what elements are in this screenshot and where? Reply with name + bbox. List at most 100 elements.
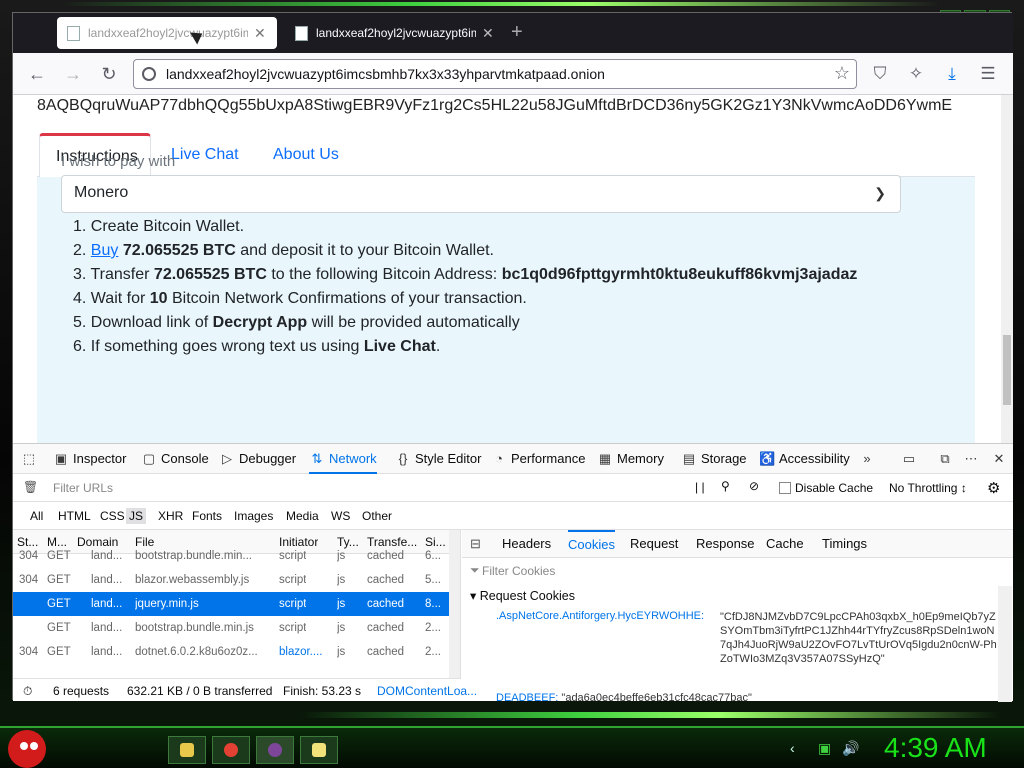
tab-debugger[interactable]: ▷ Debugger xyxy=(219,444,296,474)
payment-label: I wish to pay with xyxy=(61,153,176,170)
url-text[interactable]: landxxeaf2hoyl2jvcwuazypt6imcsbmhb7kx3x3… xyxy=(166,66,605,82)
dock-icon[interactable]: ▭ xyxy=(901,444,921,474)
tab-performance[interactable]: ◔ Performance xyxy=(491,444,585,474)
element-picker-icon[interactable]: ⬚ xyxy=(21,444,41,474)
performance-icon: ◔ xyxy=(495,451,503,466)
devtools-filter-bar: 🗑 Filter URLs | | ⚲ ⊘ Disable Cache No T… xyxy=(13,474,1013,502)
pause-icon[interactable]: | | xyxy=(695,480,705,494)
tab-inspector[interactable]: ▣ Inspector xyxy=(53,444,127,474)
table-row[interactable]: 304 GET land... blazor.webassembly.js script… xyxy=(13,568,449,592)
close-icon[interactable]: ✕ xyxy=(254,25,266,42)
request-type-filters: All HTML CSS JS XHR Fonts Images Media W… xyxy=(13,502,1013,530)
filter-urls-input[interactable]: Filter URLs xyxy=(53,481,113,495)
table-row[interactable]: 304 GET land... bootstrap.bundle.min... scri… xyxy=(13,544,449,568)
tab-memory[interactable]: ▦ Memory xyxy=(597,444,664,474)
table-row[interactable]: 304 GET land... dotnet.6.0.2.k8u6oz0z... bla… xyxy=(13,640,449,664)
trash-icon[interactable]: 🗑 xyxy=(23,480,38,494)
filter-media[interactable]: Media xyxy=(283,508,322,524)
reload-icon[interactable]: ↻ xyxy=(97,62,121,86)
file-explorer-icon[interactable] xyxy=(168,736,206,764)
filter-xhr[interactable]: XHR xyxy=(155,508,186,524)
step-5: 5. Download link of Decrypt App will be … xyxy=(73,314,520,331)
payment-method-value: Monero xyxy=(74,184,129,201)
disable-cache-checkbox[interactable] xyxy=(779,482,791,494)
browser-tab-2[interactable]: landxxeaf2hoyl2jvcwuazypt6imcsbmhb7kx3x3… xyxy=(285,17,513,49)
taskbar: ‹ ▣ 🔊 4:39 AM xyxy=(0,726,1024,768)
tab-response[interactable]: Response xyxy=(696,530,755,558)
close-icon[interactable]: ✕ xyxy=(482,25,494,42)
style-editor-icon: {} xyxy=(398,451,408,466)
cookie-name[interactable]: .AspNetCore.Antiforgery.HycEYRWOHHE: xyxy=(496,610,706,622)
start-menu-icon[interactable] xyxy=(8,730,46,768)
tab-headers[interactable]: Headers xyxy=(502,530,551,558)
extensions-icon[interactable]: ✧ xyxy=(905,62,927,86)
page-icon xyxy=(67,25,80,41)
page-scrollbar[interactable] xyxy=(1001,95,1013,443)
throttling-select[interactable]: No Throttling ↕ xyxy=(889,481,967,495)
gear-icon[interactable]: ⚙ xyxy=(987,479,1000,497)
filter-fonts[interactable]: Fonts xyxy=(189,508,225,524)
filter-cookies-input[interactable]: Filter Cookies xyxy=(482,564,555,578)
cookie-row[interactable]: DEADBEEF: "ada6a0ec4beffe6eb31cfc48cac77… xyxy=(496,692,752,704)
tray-arrow-icon[interactable]: ‹ xyxy=(790,740,795,756)
filter-images[interactable]: Images xyxy=(231,508,276,524)
bookmark-star-icon[interactable]: ☆ xyxy=(834,63,850,84)
filter-other[interactable]: Other xyxy=(359,508,395,524)
request-cookies-heading[interactable]: ▾ Request Cookies xyxy=(470,588,575,603)
close-devtools-icon[interactable]: ✕ xyxy=(991,444,1011,474)
volume-icon[interactable]: 🔊 xyxy=(842,740,859,757)
network-icon[interactable]: ▣ xyxy=(818,740,831,757)
filter-all[interactable]: All xyxy=(27,508,46,524)
download-icon[interactable]: ⤓ xyxy=(941,62,963,86)
tab-console[interactable]: ▢ Console xyxy=(141,444,209,474)
disable-cache-label: Disable Cache xyxy=(795,481,874,495)
options-icon[interactable]: ⋯ xyxy=(963,444,983,474)
filter-css[interactable]: CSS xyxy=(97,508,128,524)
navigation-bar: ← → ↻ landxxeaf2hoyl2jvcwuazypt6imcsbmhb… xyxy=(13,53,1013,95)
chrome-icon[interactable] xyxy=(212,736,250,764)
tab-timings[interactable]: Timings xyxy=(822,530,867,558)
tab-cache[interactable]: Cache xyxy=(766,530,804,558)
back-icon[interactable]: ← xyxy=(25,62,49,86)
block-icon[interactable]: ⊘ xyxy=(749,479,759,493)
request-table-scrollbar[interactable] xyxy=(449,530,460,678)
address-bar[interactable]: landxxeaf2hoyl2jvcwuazypt6imcsbmhb7kx3x3… xyxy=(133,59,857,89)
notepad-icon[interactable] xyxy=(300,736,338,764)
clock[interactable]: 4:39 AM xyxy=(884,732,987,764)
details-scrollbar[interactable] xyxy=(998,586,1012,702)
shield-icon[interactable]: ⛉ xyxy=(869,62,891,86)
page-icon xyxy=(295,25,308,41)
filter-ws[interactable]: WS xyxy=(328,508,353,524)
site-info-icon[interactable] xyxy=(142,67,156,81)
table-row[interactable]: 200GETland...bootstrap.bundle.min.jsscri… xyxy=(13,616,449,640)
menu-icon[interactable]: ☰ xyxy=(977,62,999,86)
devtools-toolbar: ⬚ ▣ Inspector ▢ Console ▷ Debugger ⇅ Network… xyxy=(13,444,1013,474)
tab-network[interactable]: ⇅ Network xyxy=(309,444,377,474)
buy-link[interactable]: Buy xyxy=(91,242,119,259)
filter-html[interactable]: HTML xyxy=(55,508,94,524)
search-icon[interactable]: ⚲ xyxy=(721,479,730,493)
more-tabs-icon[interactable]: » xyxy=(859,444,879,474)
new-tab-button[interactable]: + xyxy=(511,21,523,44)
tab-about-us[interactable]: About Us xyxy=(257,133,355,177)
accessibility-icon: ♿ xyxy=(759,451,776,466)
tab-style-editor[interactable]: {} Style Editor xyxy=(395,444,482,474)
browser-tab-1[interactable]: landxxeaf2hoyl2jvcwuazypt6imcsbmhb7kx3x3… xyxy=(57,17,277,49)
tab-accessibility[interactable]: ♿ Accessibility xyxy=(759,444,850,474)
toggle-sidebar-icon[interactable]: ⊟ xyxy=(470,530,481,558)
tab-request[interactable]: Request xyxy=(630,530,678,558)
devtools-panel: ⬚ ▣ Inspector ▢ Console ▷ Debugger ⇅ Network… xyxy=(13,443,1013,704)
filter-icon: ⏷ xyxy=(470,563,480,577)
forward-icon[interactable]: → xyxy=(61,62,85,86)
payment-method-select[interactable]: Monero ❯ xyxy=(61,175,901,213)
step-6: 6. If something goes wrong text us using… xyxy=(73,338,441,355)
filter-js[interactable]: JS xyxy=(126,508,147,524)
network-icon: ⇅ xyxy=(311,451,323,466)
network-summary-bar: ⏱ 6 requests 632.21 KB / 0 B transferred… xyxy=(13,678,477,702)
console-icon: ▢ xyxy=(142,451,156,466)
separate-window-icon[interactable]: ⧉ xyxy=(937,444,957,474)
tab-cookies[interactable]: Cookies xyxy=(568,530,615,558)
tor-browser-icon[interactable] xyxy=(256,736,294,764)
table-row-selected[interactable]: 200GETland...jquery.min.jsscriptjscached… xyxy=(13,592,449,616)
tab-storage[interactable]: ▤ Storage xyxy=(681,444,747,474)
